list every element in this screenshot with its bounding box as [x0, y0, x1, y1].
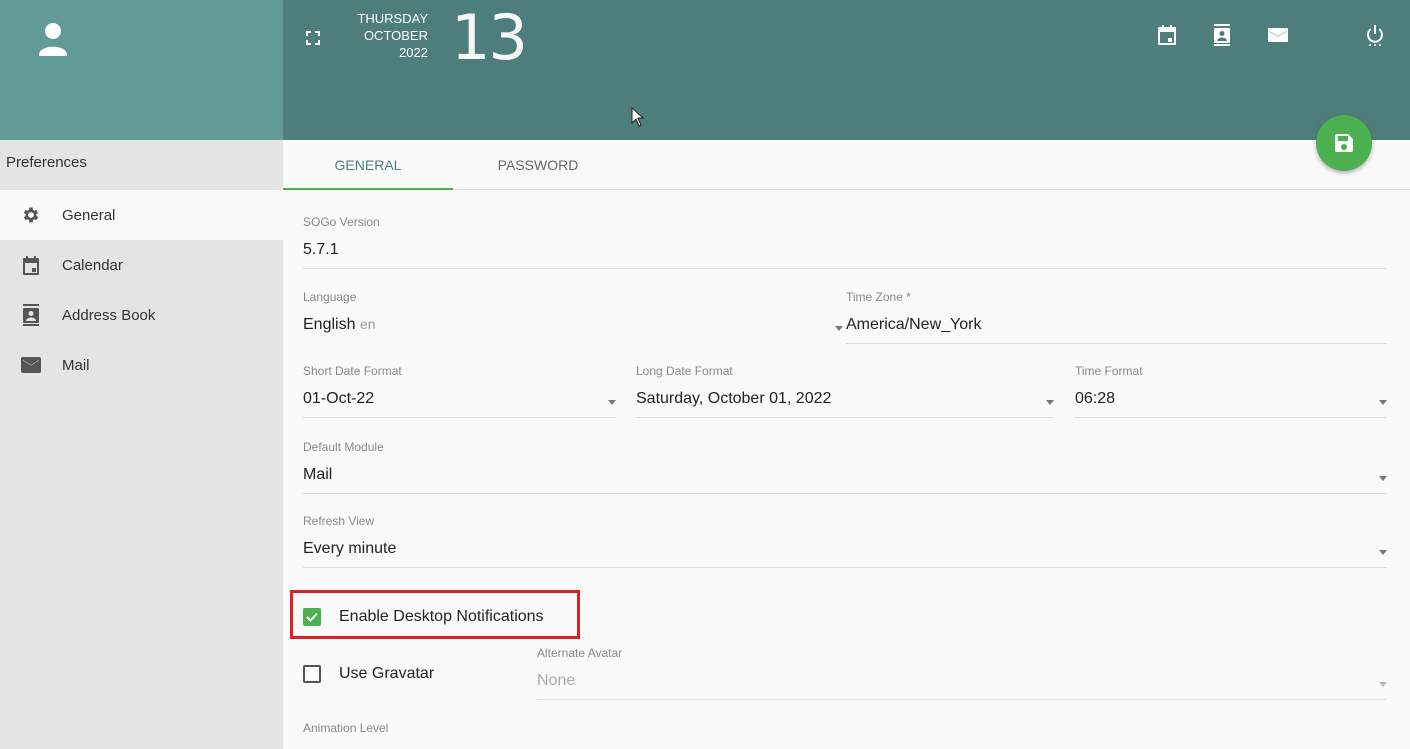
short-date-value: 01-Oct-22: [303, 378, 616, 418]
default-module-text: Mail: [303, 466, 333, 483]
save-button[interactable]: [1316, 115, 1372, 171]
sidebar-header: [0, 0, 283, 140]
chevron-down-icon: [1379, 682, 1387, 687]
day-number: 13: [451, 1, 528, 74]
checkbox-unchecked-icon[interactable]: [303, 665, 321, 683]
field-label: Refresh View: [303, 514, 375, 528]
address-book-icon: [21, 304, 41, 326]
short-date-text: 01-Oct-22: [303, 390, 375, 407]
sidebar-item-general[interactable]: General: [0, 190, 283, 240]
sidebar-item-label: Mail: [62, 356, 90, 374]
sogo-version-value: 5.7.1: [303, 229, 1387, 269]
language-name: English: [303, 316, 356, 333]
field-label: Animation Level: [303, 721, 389, 735]
sidebar-item-mail[interactable]: Mail: [0, 340, 283, 390]
chevron-down-icon: [1046, 400, 1054, 405]
field-label: Default Module: [303, 440, 384, 454]
sidebar-title: Preferences: [0, 140, 283, 190]
month-label: OCTOBER: [363, 28, 428, 43]
calendar-icon[interactable]: [1156, 24, 1178, 46]
time-format-value: 06:28: [1075, 378, 1387, 418]
tab-general[interactable]: GENERAL: [283, 140, 453, 190]
address-book-icon[interactable]: [1211, 24, 1233, 46]
refresh-view-select[interactable]: Refresh View Every minute: [303, 514, 1387, 568]
time-format-text: 06:28: [1075, 390, 1116, 407]
field-label: Short Date Format: [303, 364, 402, 378]
field-label: Long Date Format: [636, 364, 733, 378]
floppy-disk-icon: [1335, 134, 1353, 152]
sidebar-item-label: General: [62, 206, 116, 224]
timezone-value: America/New_York: [846, 304, 1387, 344]
top-header: THURSDAY OCTOBER 2022 13: [283, 0, 1410, 140]
field-label: Alternate Avatar: [537, 646, 623, 660]
alternate-avatar-text: None: [537, 672, 576, 689]
language-select[interactable]: Language English en: [303, 290, 843, 344]
language-value: English en: [303, 304, 843, 344]
checkbox-label: Use Gravatar: [339, 665, 435, 682]
timezone-field[interactable]: Time Zone * America/New_York: [846, 290, 1387, 344]
sidebar-item-address-book[interactable]: Address Book: [0, 290, 283, 340]
field-label: Time Format: [1075, 364, 1143, 378]
sidebar: Preferences General Calendar Address Boo…: [0, 0, 283, 749]
alternate-avatar-select: Alternate Avatar None: [537, 646, 1387, 700]
tab-password[interactable]: PASSWORD: [453, 140, 623, 190]
sogo-version-field: SOGo Version 5.7.1: [303, 215, 1387, 269]
default-module-value: Mail: [303, 454, 1387, 494]
checkbox-checked-icon[interactable]: [303, 608, 321, 626]
chevron-down-icon: [1379, 476, 1387, 481]
field-label: Language: [303, 290, 357, 304]
weekday-label: THURSDAY: [357, 11, 428, 26]
chevron-down-icon: [1379, 400, 1387, 405]
sidebar-item-calendar[interactable]: Calendar: [0, 240, 283, 290]
short-date-select[interactable]: Short Date Format 01-Oct-22: [303, 364, 616, 418]
power-icon[interactable]: [1364, 24, 1386, 46]
year-label: 2022: [399, 45, 428, 60]
date-block: THURSDAY OCTOBER 2022: [356, 10, 428, 61]
long-date-select[interactable]: Long Date Format Saturday, October 01, 2…: [636, 364, 1054, 418]
long-date-text: Saturday, October 01, 2022: [636, 390, 832, 407]
language-code: en: [359, 316, 376, 332]
calendar-icon: [21, 255, 41, 275]
refresh-view-text: Every minute: [303, 540, 397, 557]
default-module-select[interactable]: Default Module Mail: [303, 440, 1387, 494]
desktop-notifications-checkbox[interactable]: Enable Desktop Notifications: [303, 608, 544, 626]
checkbox-label: Enable Desktop Notifications: [339, 608, 544, 625]
field-label: SOGo Version: [303, 215, 380, 229]
tab-bar: GENERAL PASSWORD: [283, 140, 1410, 190]
animation-level-field[interactable]: Animation Level: [303, 721, 703, 735]
mail-icon[interactable]: [1267, 24, 1289, 46]
chevron-down-icon: [608, 400, 616, 405]
mouse-cursor-icon: [631, 107, 645, 127]
alternate-avatar-value: None: [537, 660, 1387, 700]
fullscreen-icon[interactable]: [305, 30, 321, 46]
gear-icon: [21, 205, 41, 225]
long-date-value: Saturday, October 01, 2022: [636, 378, 1054, 418]
chevron-down-icon: [1379, 550, 1387, 555]
refresh-view-value: Every minute: [303, 528, 1387, 568]
chevron-down-icon: [835, 326, 843, 331]
user-icon[interactable]: [37, 22, 69, 58]
gravatar-checkbox[interactable]: Use Gravatar: [303, 665, 434, 683]
sidebar-item-label: Address Book: [62, 306, 156, 324]
sidebar-item-label: Calendar: [62, 256, 123, 274]
time-format-select[interactable]: Time Format 06:28: [1075, 364, 1387, 418]
field-label: Time Zone *: [846, 290, 911, 304]
mail-icon: [21, 355, 41, 375]
